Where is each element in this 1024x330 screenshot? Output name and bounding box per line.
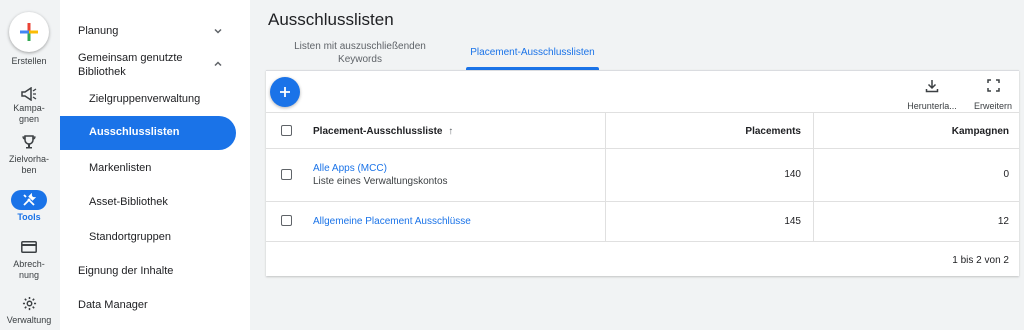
add-list-button[interactable]: [270, 77, 300, 107]
nav-item-planning[interactable]: Planung: [78, 24, 254, 38]
admin-gear-icon[interactable]: [17, 293, 41, 313]
exclusion-list-table-card: Herunterla... Erweitern Placement-Aussch…: [266, 70, 1019, 276]
rail-item-campaigns[interactable]: Kampa- gnen: [0, 103, 58, 125]
placements-count: 145: [784, 216, 801, 227]
nav-item-shared-library[interactable]: Gemeinsam genutzte Bibliothek: [78, 51, 198, 79]
expand-label: Erweitern: [973, 101, 1012, 111]
list-name-link[interactable]: Alle Apps (MCC): [313, 163, 387, 174]
row-checkbox[interactable]: [281, 169, 292, 180]
plus-icon: [280, 87, 290, 97]
nav-item-data-manager[interactable]: Data Manager: [78, 298, 254, 312]
billing-card-icon[interactable]: [17, 237, 41, 257]
rail-item-billing[interactable]: Abrech- nung: [0, 259, 58, 281]
rail-item-goals[interactable]: Zielvorha- ben: [0, 154, 58, 176]
rail-item-admin[interactable]: Verwaltung: [0, 315, 58, 326]
fullscreen-icon: [986, 79, 1000, 92]
row-checkbox[interactable]: [281, 215, 292, 226]
left-rail: Erstellen Kampa- gnen Zielvorha- ben Too…: [0, 0, 60, 330]
row-divider: [266, 201, 1019, 202]
column-header-list-name[interactable]: Placement-Ausschlussliste ↑: [313, 126, 453, 137]
pagination-summary: 1 bis 2 von 2: [952, 255, 1009, 266]
create-button[interactable]: [9, 12, 49, 52]
nav-item-content-suitability[interactable]: Eignung der Inhalte: [78, 264, 254, 278]
column-header-campaigns[interactable]: Kampagnen: [814, 126, 1009, 137]
goals-trophy-icon[interactable]: [17, 132, 41, 152]
download-icon: [925, 80, 939, 93]
column-header-placements[interactable]: Placements: [606, 126, 801, 137]
row-divider: [266, 241, 1019, 242]
list-name-link[interactable]: Allgemeine Placement Ausschlüsse: [313, 216, 471, 227]
download-label: Herunterla...: [907, 101, 957, 111]
header-bottom-divider: [266, 148, 1019, 149]
create-label: Erstellen: [11, 56, 47, 66]
expand-button[interactable]: Erweitern: [968, 79, 1018, 111]
tab-placement-exclusion-lists[interactable]: Placement-Ausschlusslisten: [466, 46, 599, 59]
sort-ascending-icon[interactable]: ↑: [448, 126, 453, 137]
header-top-divider: [266, 112, 1019, 113]
select-all-checkbox[interactable]: [281, 125, 292, 136]
tools-wrench-icon[interactable]: [11, 190, 47, 210]
download-button[interactable]: Herunterla...: [904, 79, 960, 111]
nav-item-asset-library[interactable]: Asset-Bibliothek: [89, 195, 265, 209]
rail-item-tools[interactable]: Tools: [0, 212, 58, 223]
chevron-down-icon[interactable]: [212, 25, 224, 37]
nav-item-exclusion-lists-label: Ausschlusslisten: [89, 126, 180, 138]
campaigns-megaphone-icon[interactable]: [17, 84, 41, 104]
column-divider: [813, 112, 814, 241]
page-title: Ausschlusslisten: [268, 10, 394, 29]
tab-negative-keyword-lists[interactable]: Listen mit auszuschließenden Keywords: [284, 40, 436, 66]
nav-item-audience-manager[interactable]: Zielgruppenverwaltung: [89, 92, 265, 106]
campaigns-count: 12: [997, 216, 1009, 227]
campaigns-count: 0: [1003, 169, 1009, 180]
column-divider: [605, 112, 606, 241]
list-subtitle: Liste eines Verwaltungskontos: [313, 176, 448, 187]
nav-item-location-groups[interactable]: Standortgruppen: [89, 230, 265, 244]
column-header-list-name-label: Placement-Ausschlussliste: [313, 126, 443, 137]
secondary-nav: Planung Gemeinsam genutzte Bibliothek Zi…: [60, 0, 250, 330]
placements-count: 140: [784, 169, 801, 180]
plus-multicolor-icon: [20, 23, 38, 41]
chevron-up-icon[interactable]: [212, 58, 224, 70]
nav-item-brand-lists[interactable]: Markenlisten: [89, 161, 265, 175]
